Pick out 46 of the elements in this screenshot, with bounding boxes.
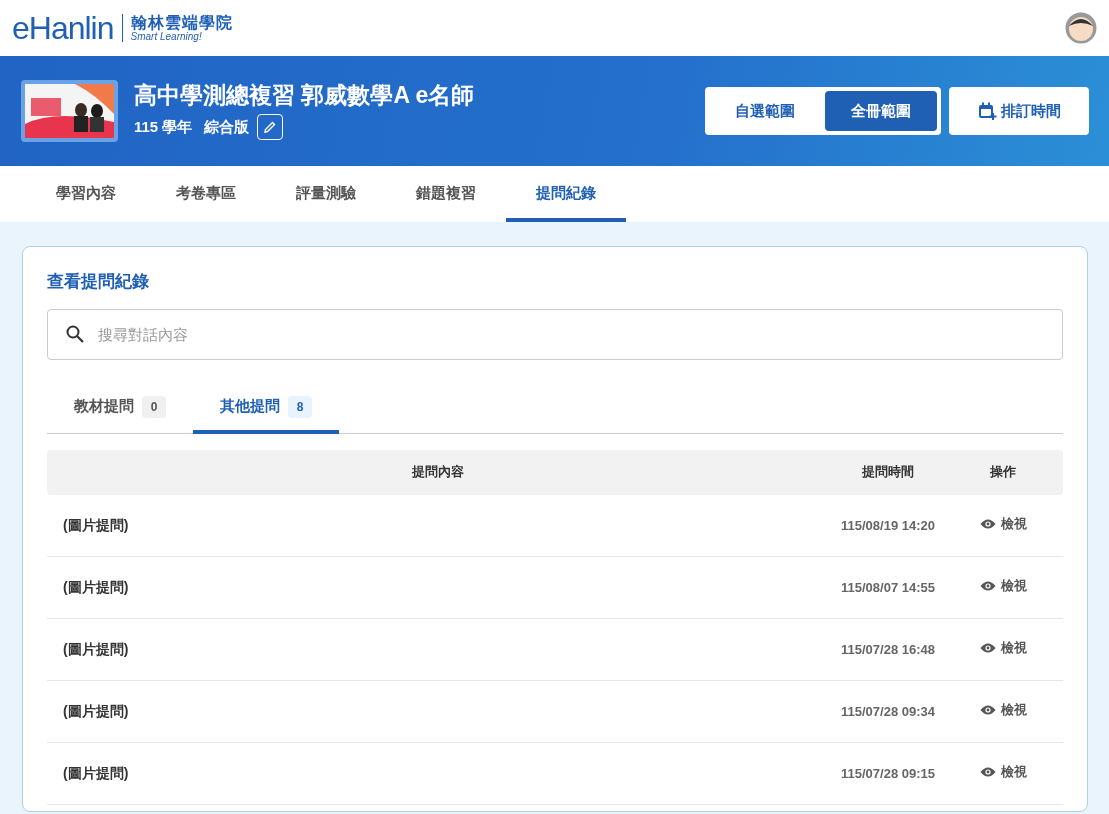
view-button[interactable]: 檢視 [979,638,1027,658]
course-title: 高中學測總複習 郭威數學A e名師 [134,82,475,110]
column-header: 操作 [989,463,1017,482]
logo-wordmark: eHanlin [12,12,114,44]
calendar-add-icon [977,101,997,121]
count-badge: 8 [288,396,312,418]
eye-icon [979,703,996,716]
edit-button[interactable] [257,113,284,140]
question-content: (圖片提問) [62,515,130,535]
school-year: 115 學年 [134,116,193,137]
view-button[interactable]: 檢視 [979,762,1027,782]
question-time: 115/07/28 16:48 [841,641,935,657]
avatar[interactable] [1065,12,1097,44]
eye-icon [979,579,996,592]
nav-tab[interactable]: 考卷專區 [146,166,266,222]
panel-title: 查看提問紀錄 [47,271,150,293]
question-content: (圖片提問) [62,577,130,597]
count-badge: 0 [142,396,166,418]
eye-icon [979,641,996,654]
column-header: 提問時間 [861,463,915,482]
scope-toggle[interactable]: 全冊範圍 [825,91,937,131]
nav-tab[interactable]: 錯題複習 [386,166,506,222]
question-content: (圖片提問) [62,701,130,721]
logo-name: 翰林雲端學院 [130,13,233,32]
view-button[interactable]: 檢視 [979,576,1027,596]
question-time: 115/08/19 14:20 [841,517,935,533]
nav-tab[interactable]: 提問紀錄 [506,166,626,222]
search-field[interactable]: 搜尋對話內容 [47,308,1063,360]
nav-tab[interactable]: 評量測驗 [266,166,386,222]
schedule-button[interactable]: 排訂時間 [949,87,1089,135]
view-button[interactable]: 檢視 [979,700,1027,720]
question-content: (圖片提問) [62,763,130,783]
logo-slogan: Smart Learning! [130,31,203,43]
question-content: (圖片提問) [62,639,130,659]
question-time: 115/08/07 14:55 [841,579,935,595]
question-time: 115/07/28 09:34 [841,703,935,719]
nav-tab[interactable]: 學習內容 [26,166,146,222]
eye-icon [979,517,996,530]
question-tab[interactable]: 教材提問 0 [47,383,193,434]
view-button[interactable]: 檢視 [979,514,1027,534]
column-header: 提問內容 [411,463,465,482]
edition-label: 綜合版 [204,116,250,137]
eye-icon [979,765,996,778]
question-tab[interactable]: 其他提問 8 [193,383,339,434]
pencil-icon [263,119,278,134]
question-time: 115/07/28 09:15 [841,765,935,781]
